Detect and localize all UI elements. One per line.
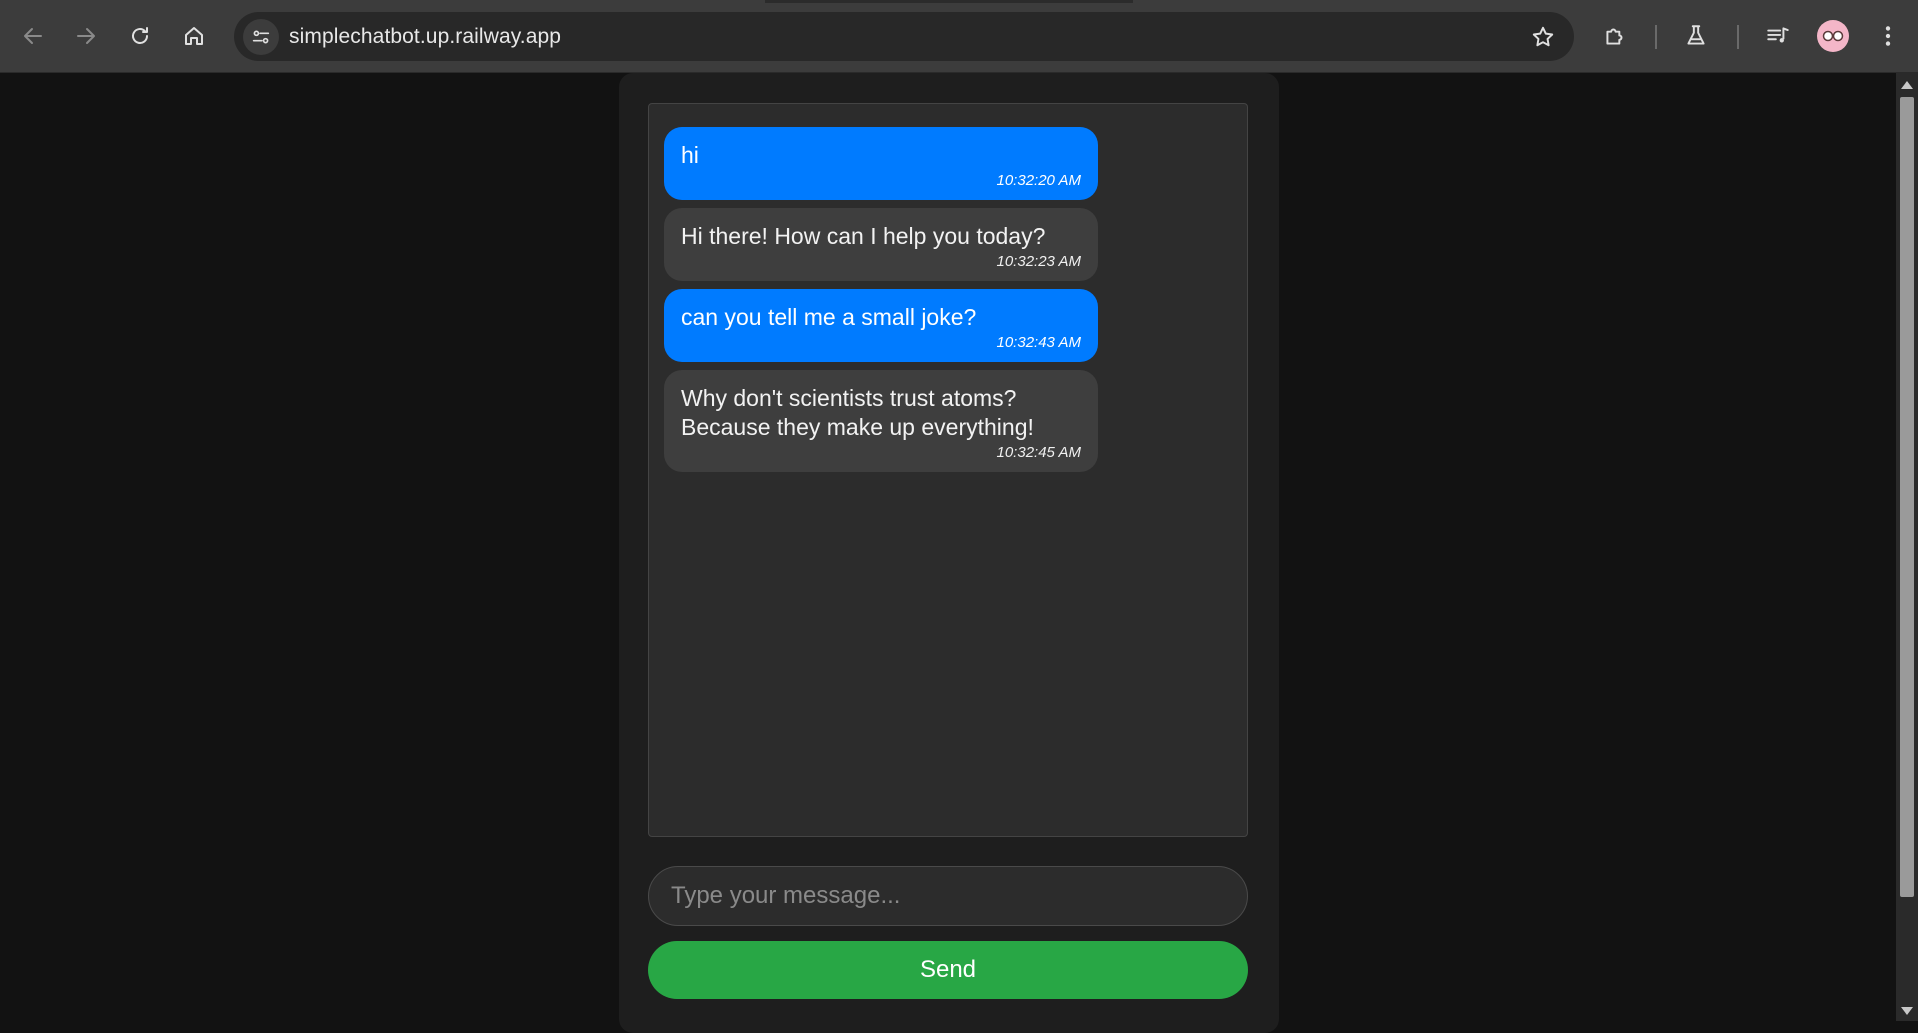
chat-container: hi 10:32:20 AM Hi there! How can I help yo… [619,73,1279,1033]
home-icon [185,27,203,45]
user-message-bubble: hi 10:32:20 AM [664,127,1098,200]
reload-icon [132,27,148,44]
extensions-button[interactable] [1596,17,1634,55]
playlist-icon [1767,27,1789,43]
scrollbar-thumb[interactable] [1900,97,1914,897]
bot-message-bubble: Hi there! How can I help you today? 10:32… [664,208,1098,281]
message-timestamp: 10:32:20 AM [996,172,1082,189]
browser-toolbar: simplechatbot.up.railway.app [0,0,1918,73]
message-timestamp: 10:32:45 AM [996,444,1082,461]
bot-message-bubble: Why don't scientists trust atoms? Becaus… [664,370,1098,472]
kebab-menu-icon [1885,26,1891,46]
message-text: can you tell me a small joke? [681,304,977,330]
message-input[interactable] [648,866,1248,926]
forward-arrow-icon [77,28,95,44]
back-arrow-icon [24,28,42,44]
page-scrollbar[interactable] [1896,73,1918,1021]
message-text: Hi there! How can I help you today? [681,223,1046,249]
profile-avatar[interactable] [1817,20,1849,52]
scroll-down-arrow-icon[interactable] [1901,1007,1913,1015]
labs-button[interactable] [1677,17,1715,55]
message-timestamp: 10:32:23 AM [996,253,1082,270]
message-list[interactable]: hi 10:32:20 AM Hi there! How can I help yo… [648,103,1248,837]
browser-menu-button[interactable] [1869,17,1907,55]
url-text[interactable]: simplechatbot.up.railway.app [289,25,561,49]
home-button[interactable] [175,17,213,55]
toolbar-divider [1655,25,1657,49]
puzzle-icon [1606,28,1623,45]
media-controls-button[interactable] [1759,17,1797,55]
star-icon [1532,26,1554,47]
active-tab-edge [765,0,1133,3]
message-text: Why don't scientists trust atoms? Becaus… [681,385,1034,440]
scroll-up-arrow-icon[interactable] [1901,81,1913,89]
flask-icon [1687,25,1705,45]
reload-button[interactable] [121,17,159,55]
bookmark-button[interactable] [1528,22,1558,52]
forward-button[interactable] [67,17,105,55]
tune-icon [252,30,270,44]
send-button[interactable]: Send [648,941,1248,999]
back-button[interactable] [14,17,52,55]
toolbar-divider [1737,25,1739,49]
address-bar[interactable]: simplechatbot.up.railway.app [234,12,1574,61]
site-info-button[interactable] [243,19,279,55]
page-viewport: hi 10:32:20 AM Hi there! How can I help yo… [0,73,1896,1033]
user-message-bubble: can you tell me a small joke? 10:32:43 AM [664,289,1098,362]
avatar-icon [1822,30,1844,42]
message-timestamp: 10:32:43 AM [996,334,1082,351]
message-text: hi [681,142,699,168]
